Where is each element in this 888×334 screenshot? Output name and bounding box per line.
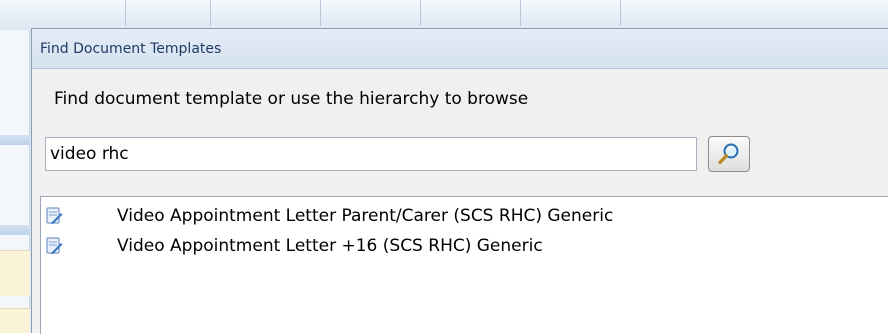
list-item[interactable]: Video Appointment Letter +16 (SCS RHC) G… bbox=[41, 231, 888, 261]
search-button[interactable] bbox=[708, 136, 750, 172]
dialog-title: Find Document Templates bbox=[32, 29, 888, 69]
background-toolbar bbox=[0, 0, 888, 30]
list-item[interactable]: Video Appointment Letter Parent/Carer (S… bbox=[41, 201, 888, 231]
toolbar-button[interactable] bbox=[420, 0, 464, 26]
background-left-panel bbox=[0, 30, 30, 333]
toolbar-button[interactable] bbox=[320, 0, 364, 26]
template-search-input[interactable] bbox=[45, 137, 697, 171]
result-label: Video Appointment Letter Parent/Carer (S… bbox=[117, 206, 614, 226]
dialog-prompt: Find document template or use the hierar… bbox=[54, 89, 529, 109]
find-document-templates-dialog: Find Document Templates Find document te… bbox=[31, 28, 888, 334]
panel-band bbox=[0, 225, 30, 235]
toolbar-button[interactable] bbox=[125, 0, 169, 26]
magnifier-icon bbox=[718, 143, 739, 165]
result-label: Video Appointment Letter +16 (SCS RHC) G… bbox=[117, 236, 543, 256]
panel-highlight bbox=[0, 308, 30, 333]
panel-highlight bbox=[0, 250, 30, 296]
results-list[interactable]: Video Appointment Letter Parent/Carer (S… bbox=[40, 196, 888, 334]
document-template-icon bbox=[46, 237, 63, 255]
panel-band bbox=[0, 135, 30, 145]
toolbar-button[interactable] bbox=[620, 0, 664, 26]
toolbar-button[interactable] bbox=[520, 0, 564, 26]
document-template-icon bbox=[46, 207, 63, 225]
toolbar-button[interactable] bbox=[210, 0, 254, 26]
